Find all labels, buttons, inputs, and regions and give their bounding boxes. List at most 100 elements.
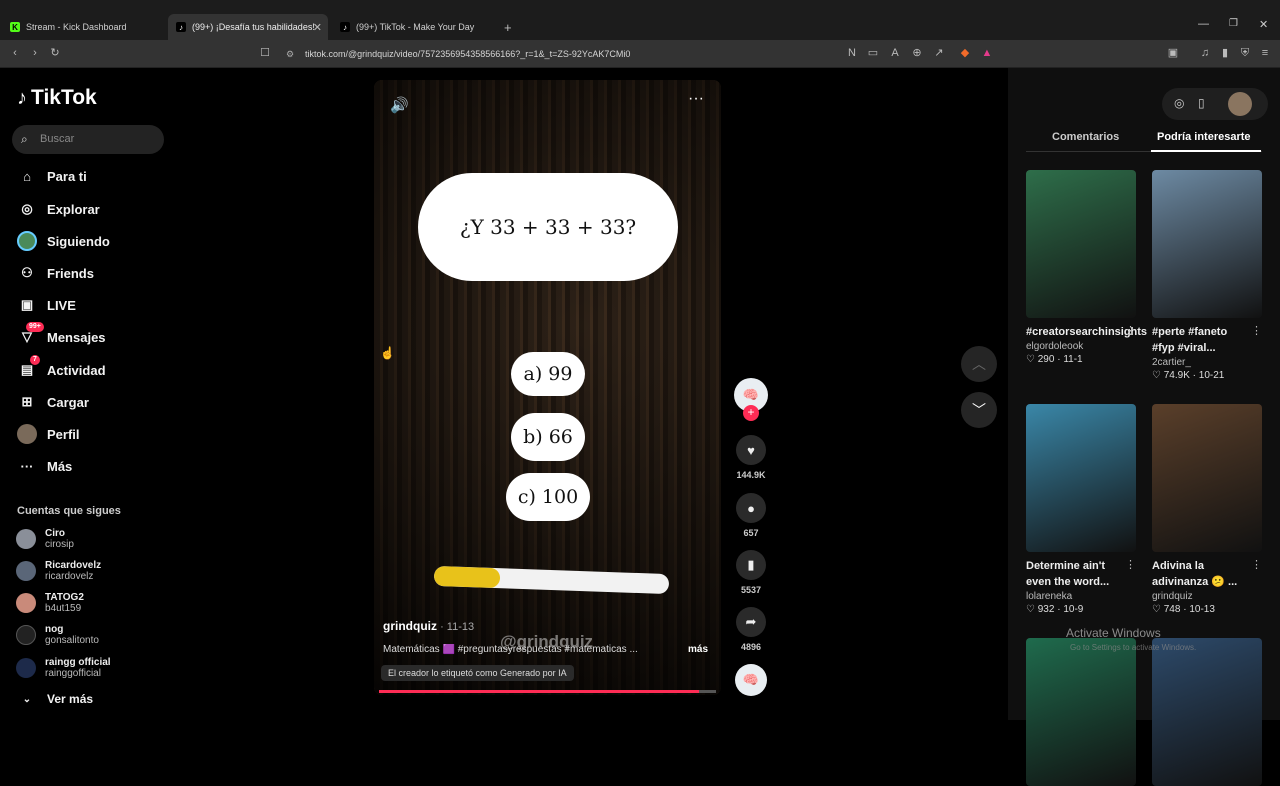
reload-icon[interactable]: ↻: [48, 46, 62, 60]
video-thumbnail[interactable]: [1152, 170, 1262, 318]
cast-icon[interactable]: ▭: [866, 46, 880, 60]
browser-tab-active[interactable]: ♪ (99+) ¡Desafía tus habilidades! ✕: [168, 14, 328, 40]
save-count: 5537: [740, 585, 762, 595]
tiktok-logo[interactable]: ♪ TikTok: [17, 86, 97, 110]
explore-compass-icon[interactable]: ◎: [1174, 96, 1184, 110]
translate-icon[interactable]: A: [888, 46, 902, 60]
card-author[interactable]: lolareneka: [1026, 591, 1136, 602]
share-button[interactable]: ➦ 4896: [733, 607, 769, 652]
recommended-video-card[interactable]: [1152, 638, 1262, 786]
back-icon[interactable]: ‹: [8, 46, 22, 60]
tab-title: (99+) TikTok - Make Your Day: [356, 22, 475, 32]
sound-disc[interactable]: 🧠: [733, 664, 769, 696]
card-author[interactable]: 2cartier_: [1152, 357, 1262, 368]
card-menu-icon[interactable]: ⋮: [1251, 324, 1262, 337]
vpn-icon[interactable]: ⛨: [1238, 46, 1252, 60]
nav-para-ti[interactable]: ⌂ Para ti: [16, 165, 87, 187]
site-info-icon[interactable]: ⚙: [286, 44, 294, 64]
close-tab-icon[interactable]: ✕: [313, 21, 322, 34]
user-avatar[interactable]: [1228, 92, 1252, 116]
caption-more-button[interactable]: más: [688, 644, 708, 655]
nav-cargar[interactable]: ⊞ Cargar: [16, 391, 89, 413]
video-thumbnail[interactable]: [1026, 170, 1136, 318]
nav-friends[interactable]: ⚇ Friends: [16, 262, 94, 284]
following-item[interactable]: raingg official rainggofficial: [16, 654, 111, 682]
tab-podria-interesarte[interactable]: Podría interesarte: [1157, 131, 1251, 143]
card-title[interactable]: #perte #faneto #fyp #viral...: [1152, 324, 1252, 356]
share-icon[interactable]: ↗: [932, 46, 946, 60]
new-tab-button[interactable]: +: [496, 14, 516, 40]
sidebar-toggle-icon[interactable]: ▣: [1166, 46, 1180, 60]
creator-avatar[interactable]: 🧠 +: [733, 378, 769, 421]
recommended-video-card[interactable]: ⋮ Adivina la adivinanza 😕 ... grindquiz ♡ 7…: [1152, 404, 1262, 615]
see-more-button[interactable]: ⌄ Ver más: [16, 688, 93, 710]
nav-live[interactable]: ▣ LIVE: [16, 294, 76, 316]
following-name: Ricardovelz: [45, 560, 102, 571]
separator: ·: [1189, 370, 1199, 381]
card-menu-icon[interactable]: ⋮: [1125, 558, 1136, 571]
following-item[interactable]: nog gonsalitonto: [16, 621, 99, 649]
video-thumbnail[interactable]: [1152, 638, 1262, 786]
next-video-button[interactable]: ﹀: [961, 392, 997, 428]
video-caption[interactable]: Matemáticas 🟪 #preguntasyrespuestas #mat…: [383, 644, 673, 655]
device-icon[interactable]: ▯: [1198, 96, 1205, 110]
menu-icon[interactable]: ≡: [1258, 46, 1272, 60]
zoom-icon[interactable]: ⊕: [910, 46, 924, 60]
search-input[interactable]: ⌕ Buscar: [12, 125, 164, 154]
video-author[interactable]: grindquiz: [383, 619, 437, 633]
card-menu-icon[interactable]: ⋮: [1251, 558, 1262, 571]
close-window-icon[interactable]: ✕: [1259, 18, 1268, 31]
card-author[interactable]: elgordoleook: [1026, 341, 1136, 352]
forward-icon[interactable]: ›: [28, 46, 42, 60]
rewards-icon[interactable]: ▲: [980, 46, 994, 60]
bookmark-icon[interactable]: ☐: [258, 46, 272, 60]
nav-explorar[interactable]: ◎ Explorar: [16, 198, 99, 220]
video-thumbnail[interactable]: [1152, 404, 1262, 552]
card-likes: 74.9K: [1163, 370, 1190, 381]
reader-icon[interactable]: ▮: [1218, 46, 1232, 60]
video-thumbnail[interactable]: [1026, 638, 1136, 786]
more-options-icon[interactable]: ···: [688, 90, 704, 108]
recommended-video-card[interactable]: ⋮ #perte #faneto #fyp #viral... 2cartier_ ♡…: [1152, 170, 1262, 381]
following-handle: gonsalitonto: [45, 635, 99, 646]
nav-mensajes[interactable]: ▽ 99+ Mensajes: [16, 322, 106, 348]
browser-tab-kick[interactable]: K Stream - Kick Dashboard: [2, 14, 166, 40]
card-title[interactable]: Determine ain't even the word...: [1026, 558, 1126, 590]
heart-outline-icon: ♡: [1026, 604, 1038, 615]
recommended-video-card[interactable]: ⋮ Determine ain't even the word... lolaren…: [1026, 404, 1136, 615]
following-item[interactable]: TATOG2 b4ut159: [16, 589, 84, 617]
tracking-icon[interactable]: N: [845, 46, 859, 60]
card-title[interactable]: #creatorsearchinsights: [1026, 324, 1147, 340]
restore-icon[interactable]: ❐: [1229, 18, 1238, 29]
tab-comentarios[interactable]: Comentarios: [1052, 131, 1119, 143]
playback-progress-track[interactable]: [379, 690, 716, 693]
media-icon[interactable]: ♫: [1198, 46, 1212, 60]
card-title[interactable]: Adivina la adivinanza 😕 ...: [1152, 558, 1252, 590]
video-thumbnail[interactable]: [1026, 404, 1136, 552]
previous-video-button[interactable]: ︿: [961, 346, 997, 382]
brave-shield-icon[interactable]: ◆: [958, 46, 972, 60]
following-item[interactable]: Ricardovelz ricardovelz: [16, 557, 101, 585]
video-player[interactable]: 🔊 ··· ¿Y 33 + 33 + 33? a) 99 b) 66 c) 10…: [374, 80, 721, 695]
nav-mas[interactable]: ··· Más: [16, 455, 73, 477]
nav-label: LIVE: [47, 297, 76, 313]
like-button[interactable]: ♥ 144.9K: [733, 435, 769, 480]
chevron-up-icon: ︿: [972, 356, 986, 372]
music-disc-icon: 🧠: [735, 664, 767, 696]
card-menu-icon[interactable]: ⋮: [1125, 324, 1136, 337]
recommended-video-card[interactable]: [1026, 638, 1136, 786]
save-button[interactable]: ▮ 5537: [733, 550, 769, 595]
nav-actividad[interactable]: ▤ 7 Actividad: [16, 355, 106, 381]
minimize-icon[interactable]: —: [1198, 18, 1209, 30]
share-arrow-icon: ➦: [736, 607, 766, 637]
nav-label: Siguiendo: [47, 233, 110, 249]
nav-perfil[interactable]: Perfil: [16, 423, 80, 445]
recommended-video-card[interactable]: ⋮ #creatorsearchinsights elgordoleook ♡ 290…: [1026, 170, 1147, 365]
comment-button[interactable]: ● 657: [733, 493, 769, 538]
follow-plus-icon[interactable]: +: [743, 405, 759, 421]
nav-siguiendo[interactable]: Siguiendo: [16, 230, 110, 252]
volume-icon[interactable]: 🔊: [390, 96, 409, 114]
card-author[interactable]: grindquiz: [1152, 591, 1262, 602]
following-item[interactable]: Ciro cirosip: [16, 525, 74, 553]
browser-tab-tiktok[interactable]: ♪ (99+) TikTok - Make Your Day: [332, 14, 492, 40]
